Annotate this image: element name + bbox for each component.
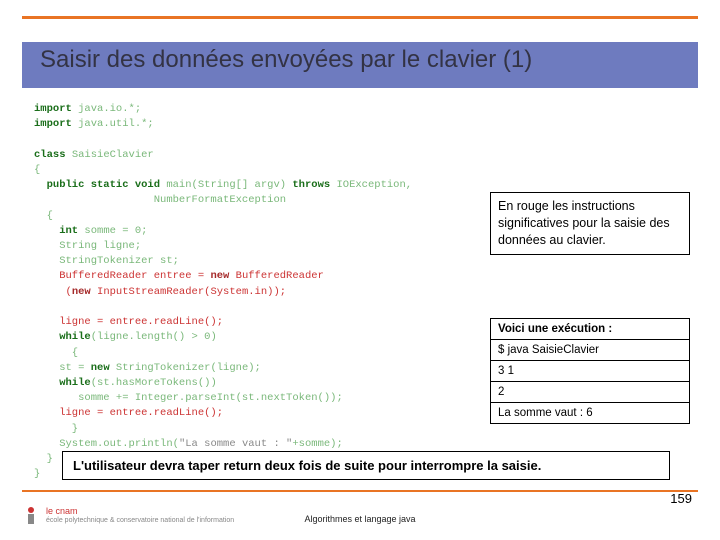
exec-row: La somme vaut : 6 <box>491 403 689 423</box>
user-instruction-box: L'utilisateur devra taper return deux fo… <box>62 451 670 480</box>
logo: le cnam école polytechnique & conservato… <box>22 504 234 528</box>
footer-caption: Algorithmes et langage java <box>304 514 415 524</box>
exec-row: $ java SaisieClavier <box>491 340 689 361</box>
execution-box: Voici une exécution : $ java SaisieClavi… <box>490 318 690 424</box>
bottom-rule <box>22 490 698 492</box>
annotation-box: En rouge les instructions significatives… <box>490 192 690 255</box>
page-number: 159 <box>670 491 692 506</box>
top-rule <box>22 16 698 19</box>
logo-sub-text: école polytechnique & conservatoire nati… <box>46 517 234 525</box>
exec-row: 3 1 <box>491 361 689 382</box>
exec-header: Voici une exécution : <box>491 319 689 340</box>
slide-title: Saisir des données envoyées par le clavi… <box>40 46 532 74</box>
logo-main-text: le cnam <box>46 507 234 517</box>
exec-row: 2 <box>491 382 689 403</box>
logo-icon <box>22 504 40 528</box>
code-listing: import java.io.*; import java.util.*; cl… <box>34 102 412 482</box>
